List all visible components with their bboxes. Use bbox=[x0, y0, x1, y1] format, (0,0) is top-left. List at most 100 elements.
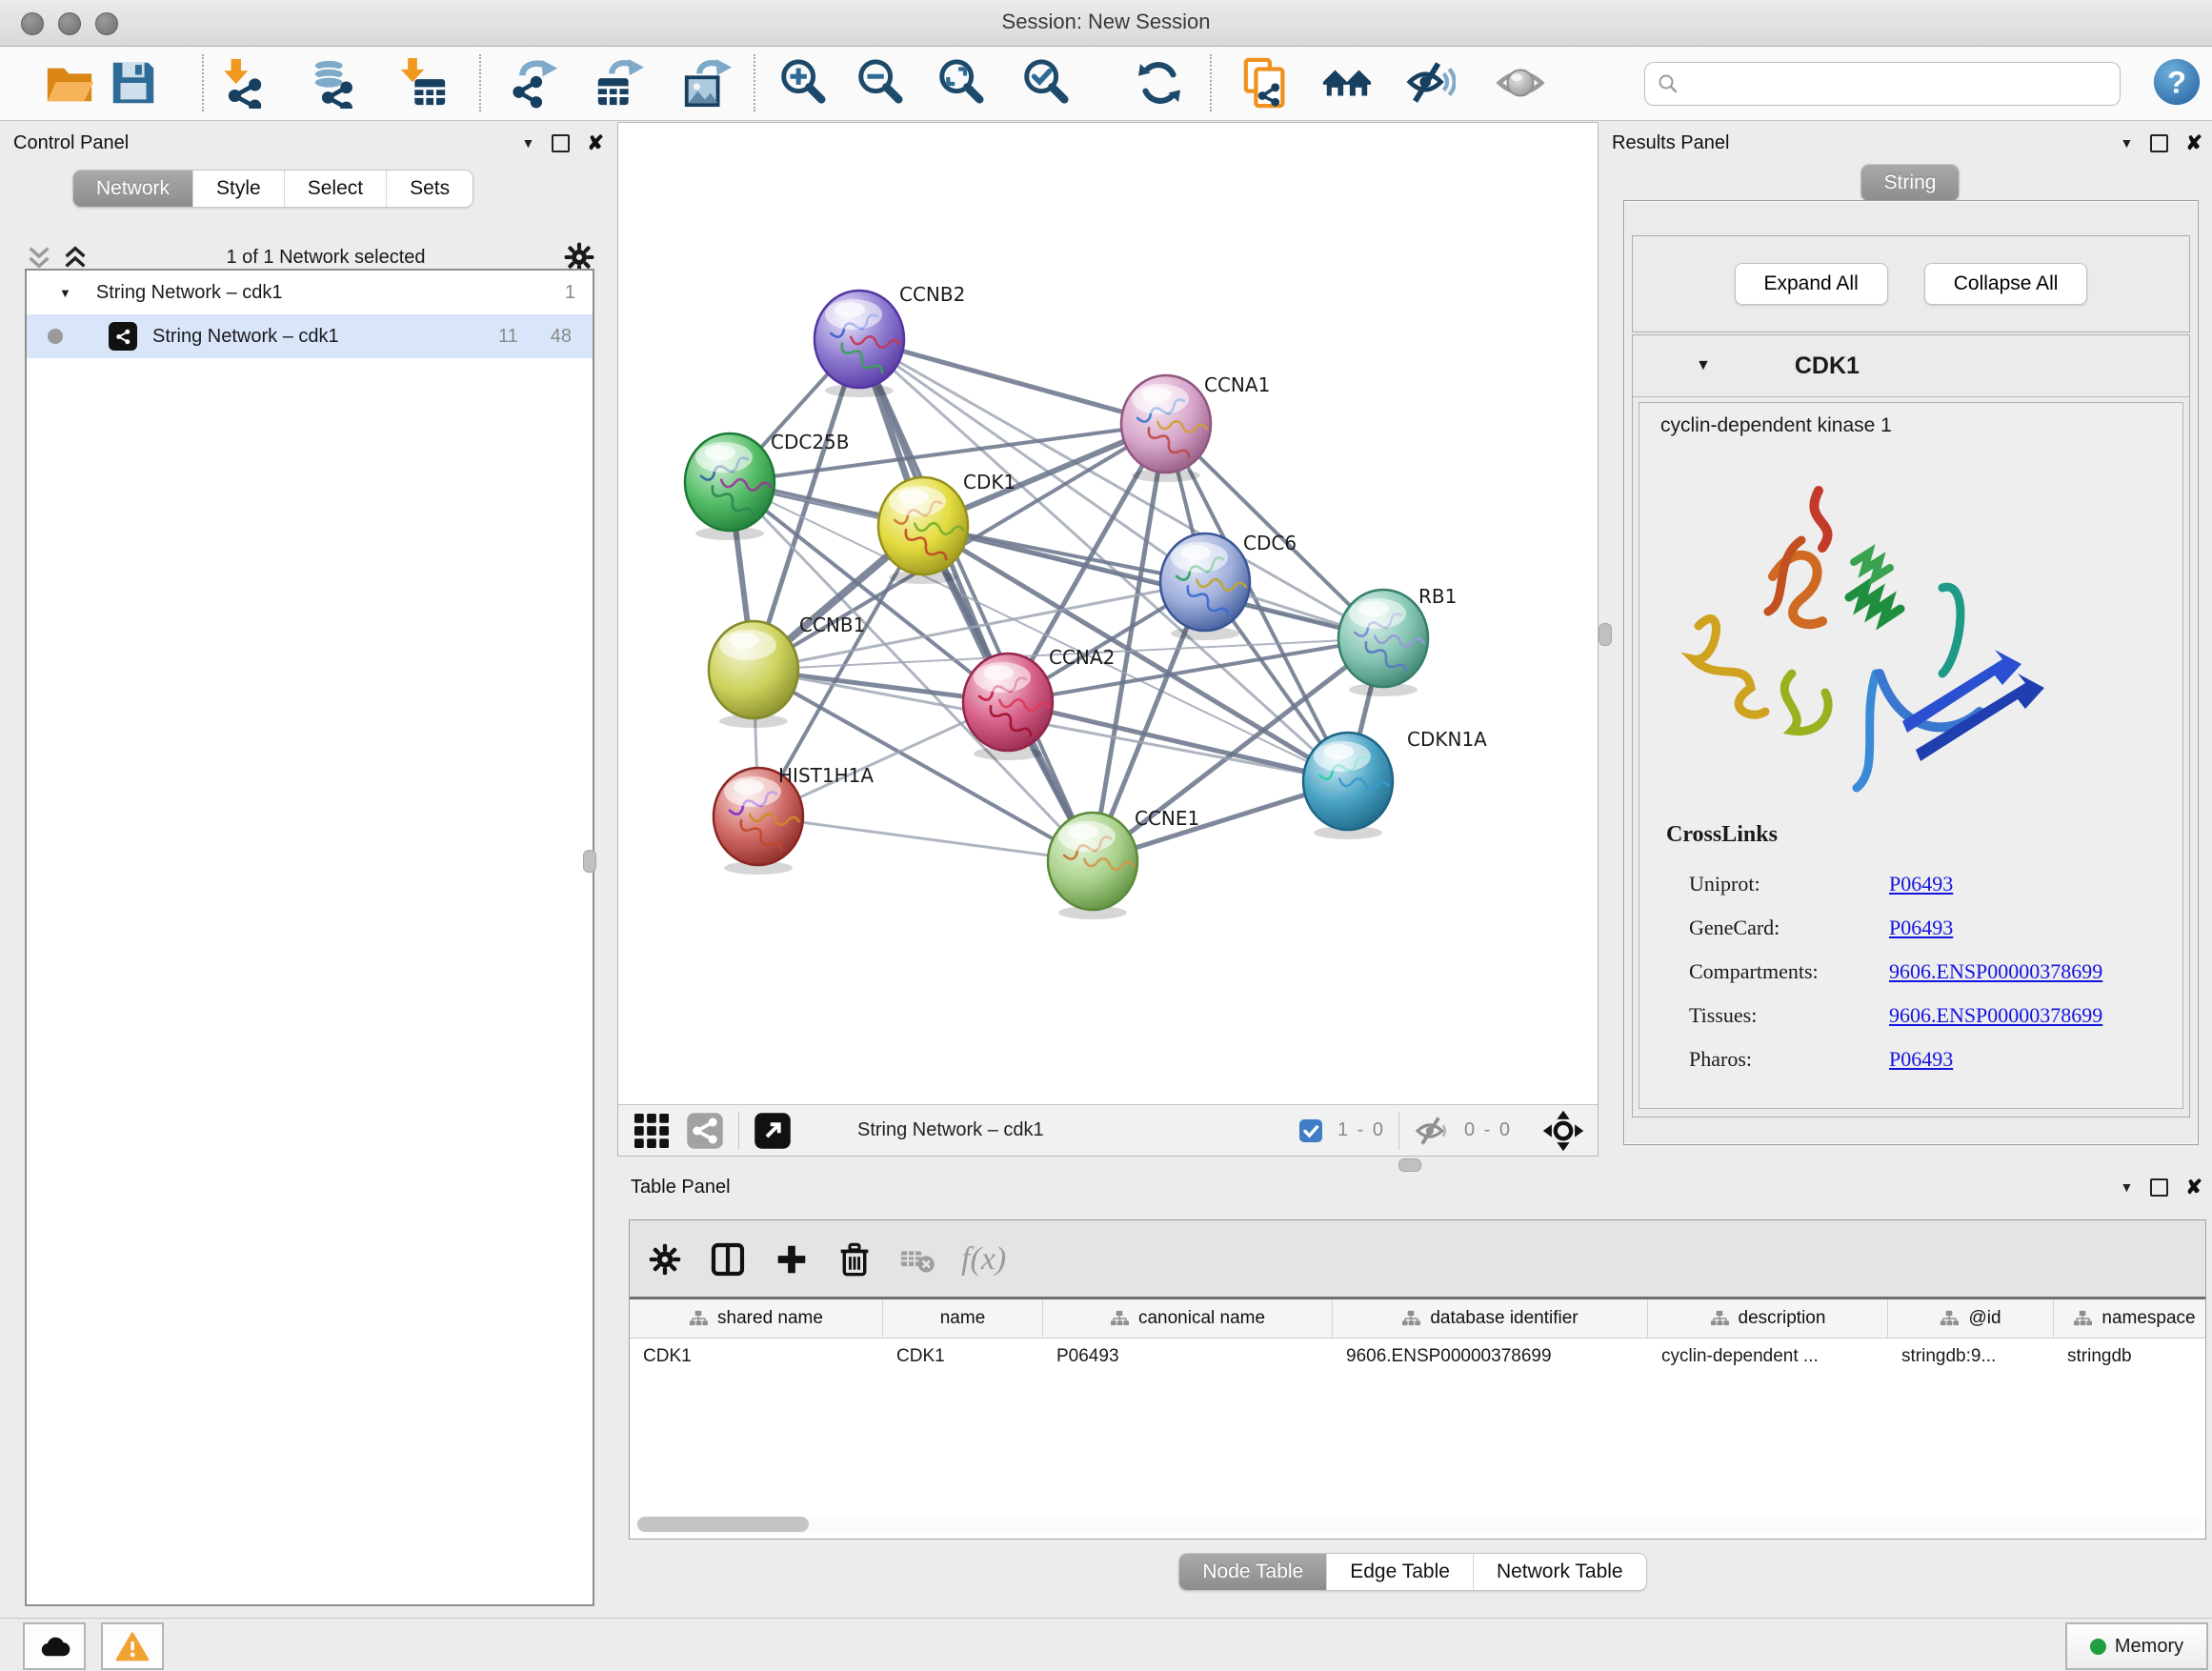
collapse-all-icon[interactable] bbox=[25, 243, 53, 272]
expand-all-icon[interactable] bbox=[61, 243, 90, 272]
toolbar-search bbox=[1644, 62, 2121, 106]
table-row[interactable]: CDK1CDK1P064939606.ENSP00000378699cyclin… bbox=[630, 1339, 2205, 1375]
selected-checkbox-icon[interactable] bbox=[1297, 1117, 1324, 1144]
column-header-namespace[interactable]: namespace bbox=[2054, 1299, 2205, 1338]
search-input[interactable] bbox=[1679, 72, 2108, 96]
section-expand-icon[interactable]: ▼ bbox=[1696, 357, 1711, 374]
refresh-icon[interactable] bbox=[1134, 57, 1185, 109]
splitter-handle[interactable] bbox=[1599, 623, 1612, 646]
panel-menu-icon[interactable]: ▼ bbox=[522, 135, 535, 151]
memory-button[interactable]: Memory bbox=[2065, 1622, 2208, 1670]
panel-close-icon[interactable]: ✘ bbox=[587, 131, 604, 155]
gene-section-header[interactable]: ▼ CDK1 bbox=[1633, 335, 2189, 397]
network-node-CDC6[interactable]: CDC6 bbox=[1160, 532, 1297, 640]
import-network-from-database-icon[interactable] bbox=[310, 57, 361, 109]
hidden-eye-icon[interactable] bbox=[1413, 1112, 1451, 1150]
crosslink-link[interactable]: 9606.ENSP00000378699 bbox=[1889, 1003, 2102, 1028]
open-session-icon[interactable] bbox=[44, 57, 95, 109]
network-collection-row[interactable]: ▼ String Network – cdk1 1 bbox=[27, 271, 593, 314]
table-cell[interactable]: 9606.ENSP00000378699 bbox=[1333, 1339, 1648, 1375]
expand-all-button[interactable]: Expand All bbox=[1735, 263, 1888, 305]
show-columns-icon[interactable] bbox=[708, 1239, 748, 1279]
column-header-label: description bbox=[1739, 1308, 1826, 1329]
table-cell[interactable]: stringdb:9... bbox=[1888, 1339, 2054, 1375]
tab-string[interactable]: String bbox=[1861, 165, 1960, 201]
splitter-handle[interactable] bbox=[583, 850, 596, 873]
namespace-tree-icon bbox=[1110, 1310, 1129, 1327]
collapse-all-button[interactable]: Collapse All bbox=[1924, 263, 2088, 305]
column-header-name[interactable]: name bbox=[883, 1299, 1043, 1338]
tab-style[interactable]: Style bbox=[192, 171, 284, 207]
tree-expand-icon[interactable]: ▼ bbox=[59, 286, 71, 300]
import-table-icon[interactable] bbox=[397, 57, 449, 109]
horizontal-scrollbar[interactable] bbox=[633, 1516, 2202, 1533]
panel-close-icon[interactable]: ✘ bbox=[2185, 131, 2202, 155]
network-node-CDC25B[interactable]: CDC25B bbox=[685, 431, 850, 540]
panel-close-icon[interactable]: ✘ bbox=[2185, 1176, 2202, 1199]
birds-eye-move-icon[interactable] bbox=[1542, 1110, 1584, 1152]
network-node-RB1[interactable]: RB1 bbox=[1338, 585, 1457, 696]
first-neighbors-icon[interactable] bbox=[1321, 57, 1373, 109]
panel-float-icon[interactable] bbox=[2150, 1178, 2168, 1197]
panel-float-icon[interactable] bbox=[2150, 134, 2168, 152]
zoom-selected-icon[interactable] bbox=[1020, 57, 1072, 109]
network-canvas[interactable]: CCNB2CCNA1CDC25BCDK1CDC6RB1CCNB1CCNA2CDK… bbox=[618, 123, 1598, 1104]
table-cell[interactable]: stringdb bbox=[2054, 1339, 2205, 1375]
show-all-icon[interactable] bbox=[1495, 57, 1546, 109]
column-header-canonical-name[interactable]: canonical name bbox=[1043, 1299, 1333, 1338]
import-network-icon[interactable] bbox=[220, 57, 271, 109]
network-row-selected[interactable]: String Network – cdk1 11 48 bbox=[27, 314, 593, 358]
help-icon[interactable]: ? bbox=[2151, 56, 2202, 108]
clone-network-icon[interactable] bbox=[1241, 57, 1293, 109]
tab-network[interactable]: Network bbox=[73, 171, 192, 207]
table-container: f(x) shared namenamecanonical namedataba… bbox=[629, 1219, 2206, 1540]
panel-menu-icon[interactable]: ▼ bbox=[2121, 135, 2134, 151]
column-header-shared-name[interactable]: shared name bbox=[630, 1299, 883, 1338]
tab-edge-table[interactable]: Edge Table bbox=[1326, 1554, 1473, 1590]
panel-menu-icon[interactable]: ▼ bbox=[2121, 1179, 2134, 1195]
delete-column-trash-icon[interactable] bbox=[835, 1240, 874, 1278]
export-image-icon[interactable] bbox=[681, 57, 733, 109]
column-header-database-identifier[interactable]: database identifier bbox=[1333, 1299, 1648, 1338]
cloud-status-button[interactable] bbox=[23, 1622, 86, 1670]
node-label-HIST1H1A: HIST1H1A bbox=[778, 764, 874, 787]
column-header-description[interactable]: description bbox=[1648, 1299, 1888, 1338]
tab-sets[interactable]: Sets bbox=[386, 171, 473, 207]
crosslink-link[interactable]: 9606.ENSP00000378699 bbox=[1889, 959, 2102, 984]
panel-float-icon[interactable] bbox=[552, 134, 570, 152]
network-node-CCNA1[interactable]: CCNA1 bbox=[1121, 373, 1270, 482]
create-column-plus-icon[interactable] bbox=[773, 1240, 811, 1278]
network-name: String Network – cdk1 bbox=[152, 326, 339, 348]
save-session-icon[interactable] bbox=[108, 57, 159, 109]
tab-network-table[interactable]: Network Table bbox=[1473, 1554, 1646, 1590]
zoom-in-icon[interactable] bbox=[777, 57, 829, 109]
tab-node-table[interactable]: Node Table bbox=[1179, 1554, 1326, 1590]
table-cell[interactable]: P06493 bbox=[1043, 1339, 1333, 1375]
network-node-CDKN1A[interactable]: CDKN1A bbox=[1303, 728, 1487, 839]
crosslink-link[interactable]: P06493 bbox=[1889, 1047, 1953, 1072]
crosslink-link[interactable]: P06493 bbox=[1889, 916, 1953, 940]
column-header-@id[interactable]: @id bbox=[1888, 1299, 2054, 1338]
export-network-icon[interactable] bbox=[508, 57, 559, 109]
network-badge-gray-icon[interactable] bbox=[685, 1111, 725, 1151]
splitter-handle[interactable] bbox=[1398, 1158, 1421, 1172]
grid-view-icon[interactable] bbox=[632, 1111, 672, 1151]
zoom-fit-icon[interactable] bbox=[935, 57, 987, 109]
network-node-CCNB2[interactable]: CCNB2 bbox=[814, 283, 965, 397]
network-node-HIST1H1A[interactable]: HIST1H1A bbox=[714, 764, 874, 875]
string-results-container: Expand All Collapse All ▼ CDK1 cyclin-de… bbox=[1623, 200, 2199, 1145]
zoom-out-icon[interactable] bbox=[855, 57, 906, 109]
table-cell[interactable]: CDK1 bbox=[630, 1339, 883, 1375]
scrollbar-thumb[interactable] bbox=[637, 1517, 809, 1532]
crosslink-link[interactable]: P06493 bbox=[1889, 872, 1953, 896]
warnings-button[interactable] bbox=[101, 1622, 164, 1670]
hide-selected-icon[interactable] bbox=[1404, 57, 1456, 109]
table-cell[interactable]: cyclin-dependent ... bbox=[1648, 1339, 1888, 1375]
table-options-gear-icon[interactable] bbox=[647, 1241, 683, 1278]
table-cell[interactable]: CDK1 bbox=[883, 1339, 1043, 1375]
detach-view-icon[interactable] bbox=[753, 1111, 793, 1151]
delete-table-icon-disabled bbox=[898, 1240, 936, 1278]
tab-select[interactable]: Select bbox=[284, 171, 386, 207]
network-node-CCNE1[interactable]: CCNE1 bbox=[1048, 807, 1199, 919]
export-table-icon[interactable] bbox=[593, 57, 645, 109]
